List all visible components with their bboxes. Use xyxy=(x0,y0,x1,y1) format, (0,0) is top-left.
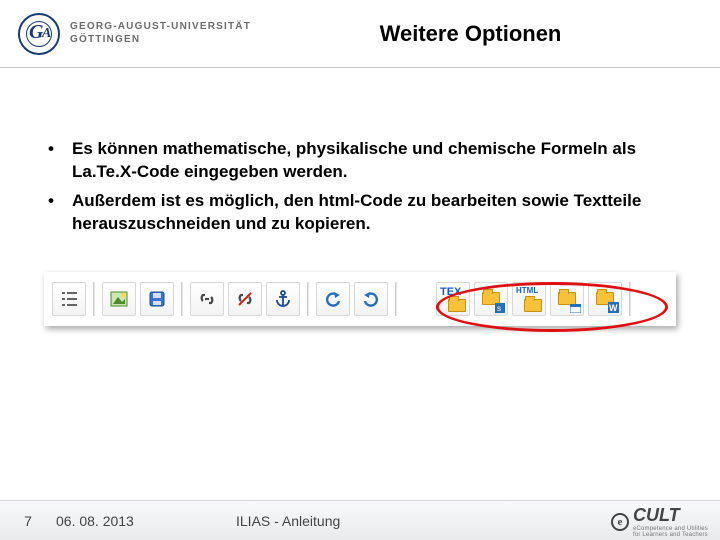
ecult-sub2: for Learners and Teachers xyxy=(633,532,708,538)
editor-toolbar-screenshot: TEX s HTML xyxy=(44,272,676,326)
disk-save-button[interactable] xyxy=(140,282,174,316)
undo-button[interactable] xyxy=(316,282,350,316)
folder-icon xyxy=(524,299,542,312)
ecult-logo: e CULT eCompetence and Utilities for Lea… xyxy=(611,505,708,538)
university-logo: GA GEORG-AUGUST-UNIVERSITÄT GÖTTINGEN xyxy=(0,13,251,55)
svg-text:s: s xyxy=(497,304,501,313)
html-label: HTML xyxy=(516,286,538,295)
university-line2: GÖTTINGEN xyxy=(70,34,251,47)
indent-list-button[interactable] xyxy=(52,282,86,316)
ecult-brand: CULT xyxy=(633,505,708,526)
anchor-button[interactable] xyxy=(266,282,300,316)
toolbar-separator xyxy=(395,282,397,316)
word-folder-button[interactable]: W xyxy=(588,282,622,316)
slide-body: Es können mathematische, physikalische u… xyxy=(0,68,720,326)
toolbar-separator xyxy=(181,282,183,316)
toolbar-separator xyxy=(307,282,309,316)
script-folder-button[interactable]: s xyxy=(474,282,508,316)
slide-header: GA GEORG-AUGUST-UNIVERSITÄT GÖTTINGEN We… xyxy=(0,0,720,68)
page-title: Weitere Optionen xyxy=(251,21,690,47)
bullet-item: Es können mathematische, physikalische u… xyxy=(44,138,676,184)
page-number: 7 xyxy=(0,513,56,529)
unlink-button[interactable] xyxy=(228,282,262,316)
bullet-item: Außerdem ist es möglich, den html-Code z… xyxy=(44,190,676,236)
tex-button[interactable]: TEX xyxy=(436,282,470,316)
university-line1: GEORG-AUGUST-UNIVERSITÄT xyxy=(70,21,251,34)
footer-date: 06. 08. 2013 xyxy=(56,513,236,529)
bullet-list: Es können mathematische, physikalische u… xyxy=(44,138,676,236)
toolbar-separator xyxy=(629,282,631,316)
html-button[interactable]: HTML xyxy=(512,282,546,316)
svg-text:W: W xyxy=(609,303,618,313)
ecult-e-icon: e xyxy=(611,513,629,531)
slide-footer: 7 06. 08. 2013 ILIAS - Anleitung e CULT … xyxy=(0,500,720,540)
toolbar-separator xyxy=(93,282,95,316)
folder-icon xyxy=(448,299,466,312)
window-folder-button[interactable] xyxy=(550,282,584,316)
university-seal-icon: GA xyxy=(18,13,60,55)
redo-button[interactable] xyxy=(354,282,388,316)
university-name: GEORG-AUGUST-UNIVERSITÄT GÖTTINGEN xyxy=(70,21,251,46)
link-button[interactable] xyxy=(190,282,224,316)
insert-image-button[interactable] xyxy=(102,282,136,316)
